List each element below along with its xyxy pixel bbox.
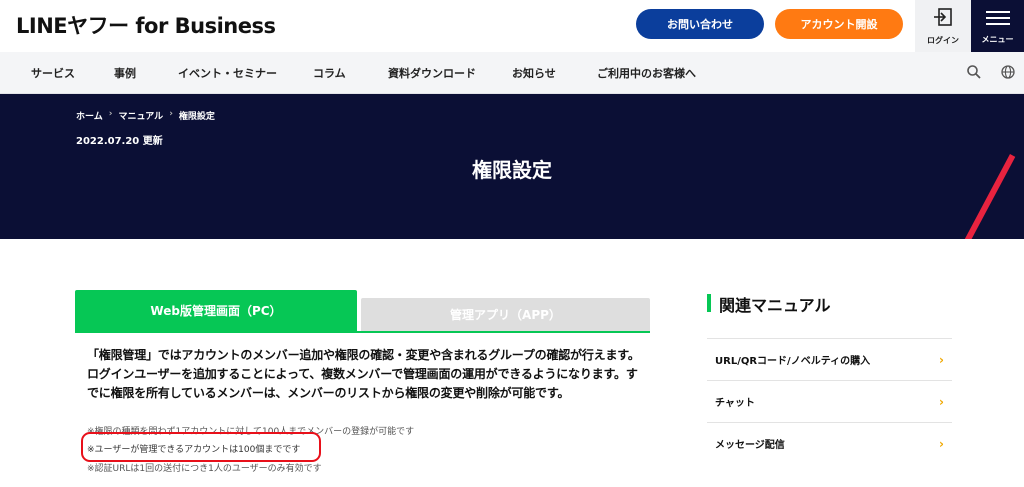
related-manual-item[interactable]: URL/QRコード/ノベルティの購入 › [707,338,952,380]
contact-button[interactable]: お問い合わせ [636,9,764,39]
chevron-right-icon: › [939,394,944,409]
related-manual-item[interactable]: メッセージ配信 › [707,422,952,464]
related-manual-label: チャット [715,398,755,409]
note-auth-url: ※認証URLは1回の送付につき1人のユーザーのみ有効です [87,464,322,474]
login-button[interactable]: ログイン [915,0,971,52]
search-icon[interactable] [966,64,982,80]
nav-item-cases[interactable]: 事例 [114,65,136,81]
manual-tabs: Web版管理画面（PC） 管理アプリ（APP） [75,290,650,333]
menu-button[interactable]: メニュー [971,0,1024,52]
related-manual-label: メッセージ配信 [715,440,785,451]
tab-web-pc[interactable]: Web版管理画面（PC） [75,290,357,331]
breadcrumb-chevron-icon: › [108,109,113,119]
nav-item-news[interactable]: お知らせ [512,65,556,81]
breadcrumb-manual[interactable]: マニュアル [118,109,163,122]
related-manual-label: URL/QRコード/ノベルティの購入 [715,356,871,367]
nav-item-services[interactable]: サービス [31,65,75,81]
nav-item-customers[interactable]: ご利用中のお客様へ [597,65,696,81]
related-manual-item[interactable]: チャット › [707,380,952,422]
intro-paragraph: 「権限管理」ではアカウントのメンバー追加や権限の確認・変更や含まれるグループの確… [87,348,640,400]
globe-icon[interactable] [1000,64,1016,80]
hero-banner: ホーム › マニュアル › 権限設定 2022.07.20 更新 権限設定 [0,94,1024,239]
site-logo[interactable]: LINEヤフー for Business [16,10,276,40]
tab-app[interactable]: 管理アプリ（APP） [361,298,650,331]
nav-item-downloads[interactable]: 資料ダウンロード [388,65,476,81]
hamburger-icon [985,7,1010,29]
page-title: 権限設定 [472,158,552,182]
nav-item-events[interactable]: イベント・セミナー [178,65,277,81]
menu-label: メニュー [981,35,1014,44]
nav-item-column[interactable]: コラム [313,65,346,81]
chevron-right-icon: › [939,352,944,367]
login-icon [933,7,953,31]
site-header: LINEヤフー for Business お問い合わせ アカウント開設 ログイン… [0,0,1024,52]
chevron-right-icon: › [939,436,944,451]
login-label: ログイン [927,35,959,45]
breadcrumb: ホーム › マニュアル › 権限設定 [76,109,215,122]
breadcrumb-current: 権限設定 [178,112,215,122]
breadcrumb-chevron-icon: › [169,109,173,119]
tab-underline [75,331,650,333]
highlight-box [81,432,321,462]
related-manuals-title: 関連マニュアル [707,292,831,316]
account-open-button[interactable]: アカウント開設 [775,9,903,39]
main-nav: サービス 事例 イベント・セミナー コラム 資料ダウンロード お知らせ ご利用中… [0,52,1024,94]
updated-date: 2022.07.20 更新 [76,136,163,147]
breadcrumb-home[interactable]: ホーム [76,109,103,122]
